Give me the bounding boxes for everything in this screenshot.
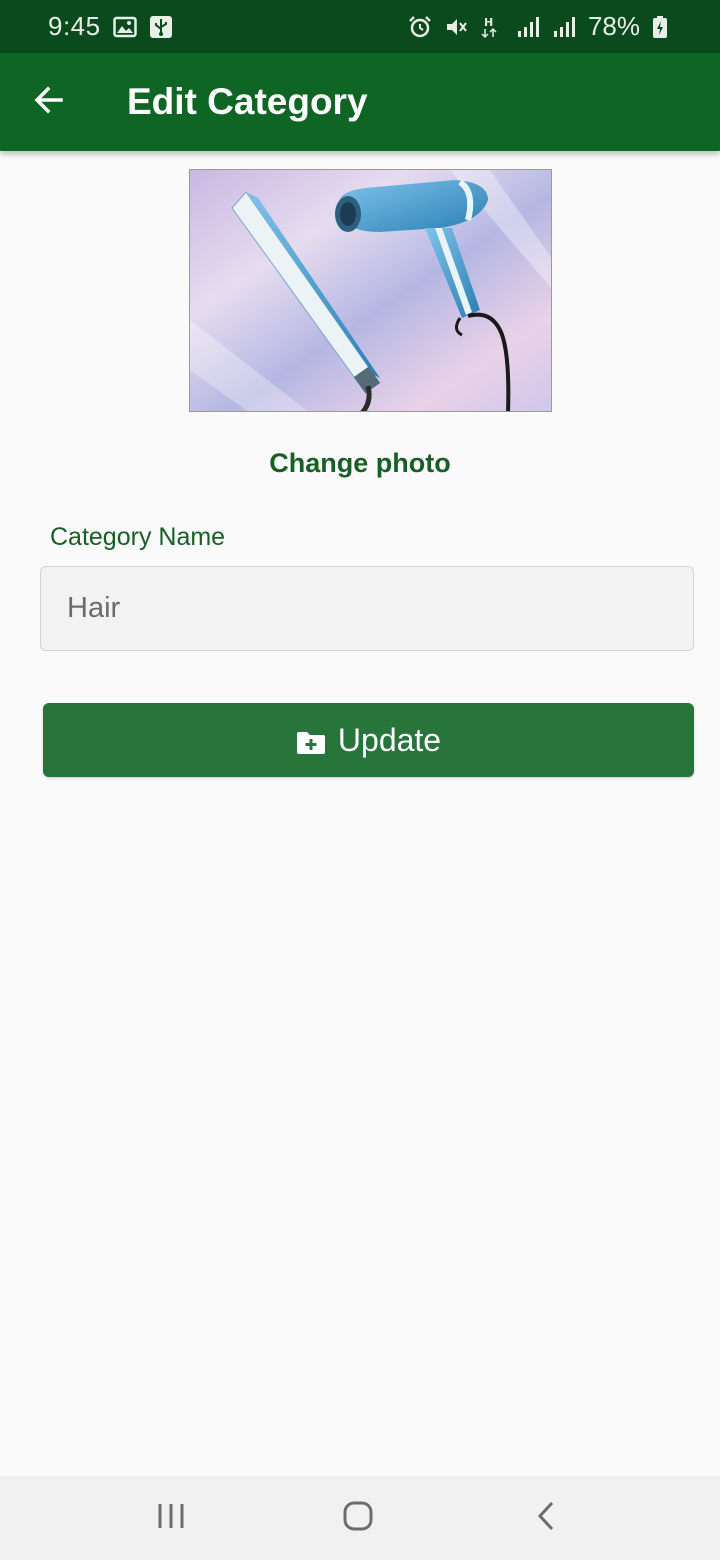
recents-button[interactable] — [143, 1490, 199, 1546]
mute-icon — [444, 15, 468, 39]
category-name-input[interactable] — [40, 566, 694, 651]
update-button[interactable]: Update — [43, 703, 694, 777]
arrow-left-icon — [33, 84, 65, 121]
alarm-icon — [408, 15, 432, 39]
app-bar: Edit Category — [0, 53, 720, 151]
signal-icon — [552, 15, 576, 39]
category-name-label: Category Name — [50, 522, 226, 551]
system-back-button[interactable] — [518, 1490, 574, 1546]
change-photo-button[interactable]: Change photo — [269, 448, 450, 479]
home-icon — [342, 1500, 374, 1537]
system-nav-bar — [0, 1476, 720, 1560]
status-time: 9:45 — [48, 11, 101, 41]
home-button[interactable] — [330, 1490, 386, 1546]
back-icon — [534, 1500, 558, 1537]
svg-text:H: H — [484, 16, 493, 29]
signal-icon — [516, 15, 540, 39]
status-bar-left: 9:45 — [48, 11, 173, 42]
status-bar: 9:45 H 78% — [0, 0, 720, 53]
battery-percent: 78% — [587, 11, 640, 41]
usb-icon — [149, 15, 173, 39]
page-title: Edit Category — [127, 81, 368, 122]
back-button[interactable] — [24, 77, 74, 127]
update-button-label: Update — [337, 721, 442, 758]
gallery-icon — [112, 15, 137, 39]
edit-category-screen: 9:45 H 78% Edit Category Change photo Ca… — [0, 0, 720, 1560]
folder-plus-icon — [296, 727, 326, 754]
category-photo — [189, 169, 552, 412]
change-photo-row: Change photo — [0, 440, 720, 486]
status-bar-right: H 78% — [408, 11, 676, 42]
data-h-icon: H — [480, 15, 504, 39]
battery-icon — [652, 15, 676, 39]
recents-icon — [156, 1501, 186, 1536]
